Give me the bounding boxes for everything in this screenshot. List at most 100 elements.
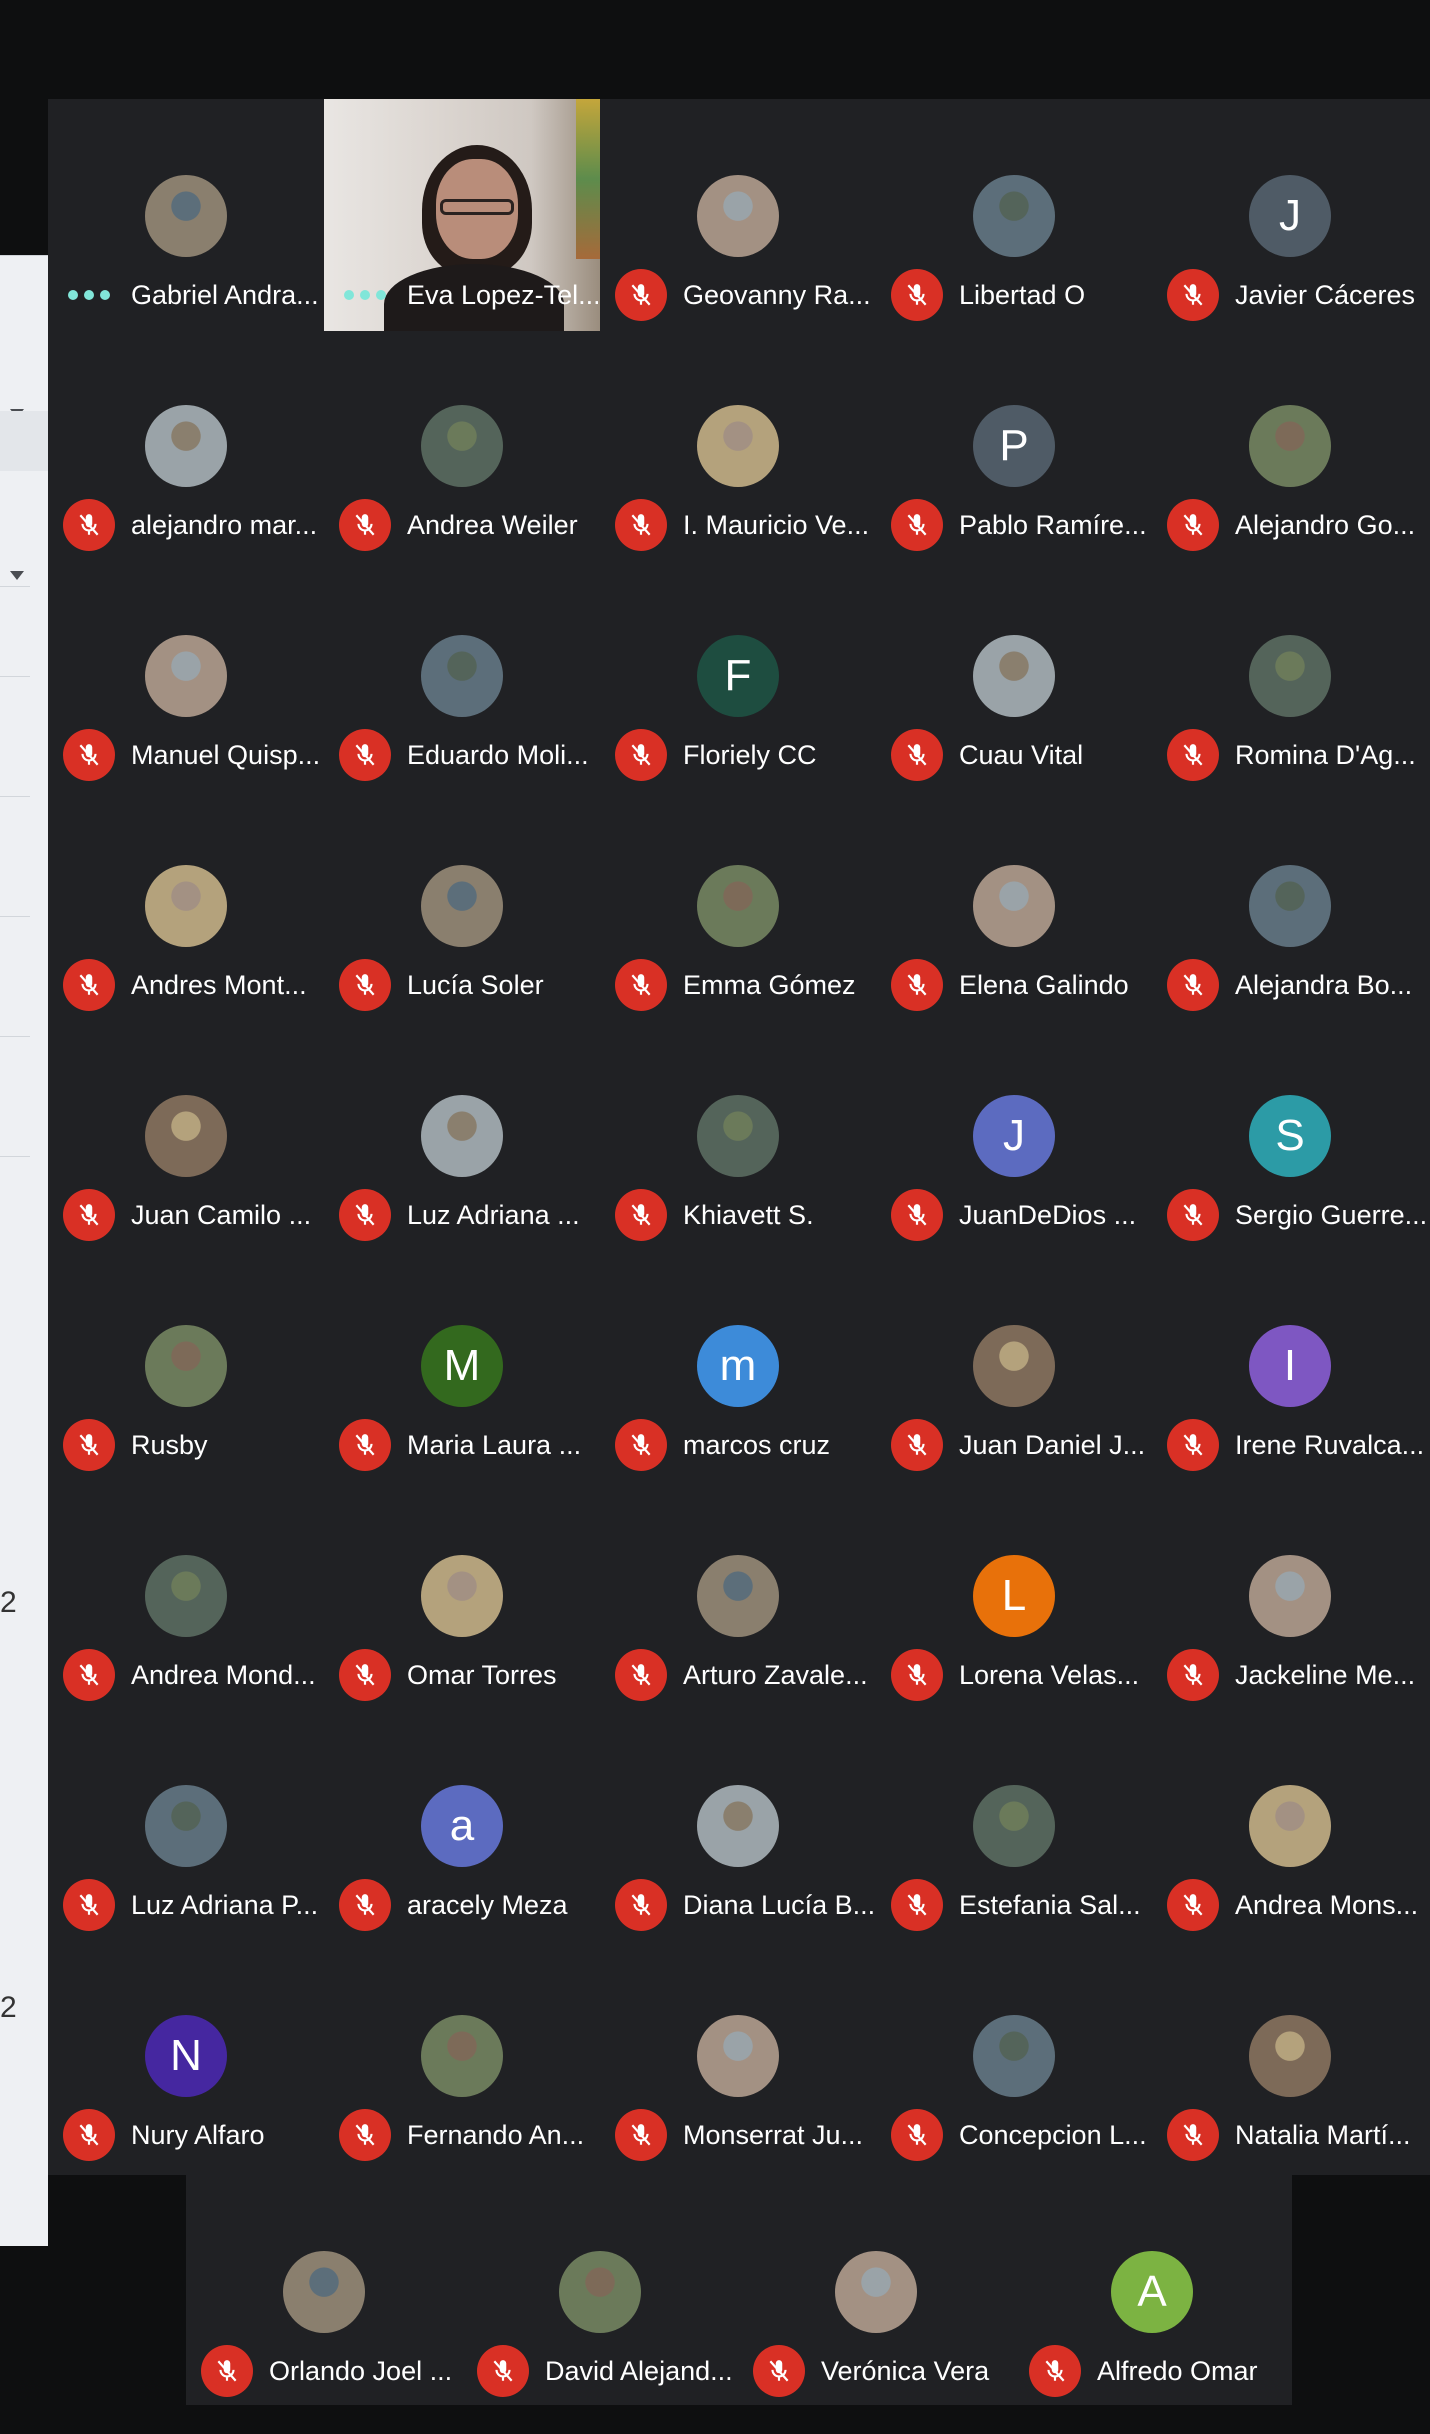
mic-off-icon xyxy=(891,2109,943,2161)
participant-tile[interactable]: Andrea Mons... xyxy=(1152,1709,1428,1939)
participant-tile[interactable]: Rusby xyxy=(48,1249,324,1479)
participant-tile[interactable]: Andres Mont... xyxy=(48,789,324,1019)
row-divider xyxy=(0,586,30,587)
participant-tile[interactable]: Monserrat Ju... xyxy=(600,1939,876,2169)
avatar xyxy=(835,2251,917,2333)
mic-off-icon xyxy=(615,1419,667,1471)
avatar xyxy=(1249,1555,1331,1637)
participant-tile[interactable]: M Maria Laura ... xyxy=(324,1249,600,1479)
mic-off-icon xyxy=(1167,499,1219,551)
avatar-initial: F xyxy=(724,651,752,700)
mic-off-icon xyxy=(891,959,943,1011)
participant-tile[interactable]: alejandro mar... xyxy=(48,329,324,559)
more-options-icon[interactable] xyxy=(68,285,110,305)
participant-tile[interactable]: J JuanDeDios ... xyxy=(876,1019,1152,1249)
participant-tile[interactable]: Eduardo Moli... xyxy=(324,559,600,789)
participant-tile[interactable]: A Alfredo Omar xyxy=(1014,2175,1290,2405)
participant-tile[interactable]: Jackeline Me... xyxy=(1152,1479,1428,1709)
more-options-icon[interactable] xyxy=(344,285,386,305)
participant-tile[interactable]: Cuau Vital xyxy=(876,559,1152,789)
participant-tile[interactable]: L Lorena Velas... xyxy=(876,1479,1152,1709)
participant-name: aracely Meza xyxy=(407,1890,568,1920)
avatar xyxy=(697,175,779,257)
participant-tile[interactable]: Verónica Vera xyxy=(738,2175,1014,2405)
participant-tile[interactable]: P Pablo Ramíre... xyxy=(876,329,1152,559)
participant-name: Alejandro Go... xyxy=(1235,510,1416,540)
participant-tile[interactable]: Andrea Weiler xyxy=(324,329,600,559)
participant-tile[interactable]: Eva Lopez-Tel... xyxy=(324,99,600,331)
mic-off-icon xyxy=(63,1879,115,1931)
participant-tile[interactable]: Natalia Martí... xyxy=(1152,1939,1428,2169)
participant-name: Andres Mont... xyxy=(131,970,307,1000)
participant-tile[interactable]: Diana Lucía B... xyxy=(600,1709,876,1939)
participant-tile[interactable]: N Nury Alfaro xyxy=(48,1939,324,2169)
participant-tile[interactable]: S Sergio Guerre... xyxy=(1152,1019,1428,1249)
participant-tile[interactable]: Andrea Mond... xyxy=(48,1479,324,1709)
mic-off-icon xyxy=(63,729,115,781)
participant-tile[interactable]: I. Mauricio Ve... xyxy=(600,329,876,559)
participant-tile[interactable]: Geovanny Ra... xyxy=(600,99,876,329)
participant-name: Lorena Velas... xyxy=(959,1660,1140,1690)
mic-off-icon xyxy=(63,959,115,1011)
participant-tile[interactable]: Juan Camilo ... xyxy=(48,1019,324,1249)
participant-tile[interactable]: Omar Torres xyxy=(324,1479,600,1709)
participant-tile[interactable]: Emma Gómez xyxy=(600,789,876,1019)
participant-tile[interactable]: Concepcion L... xyxy=(876,1939,1152,2169)
participant-tile[interactable]: J Javier Cáceres xyxy=(1152,99,1428,329)
avatar xyxy=(421,635,503,717)
dropdown-arrow-icon[interactable] xyxy=(10,571,24,580)
avatar xyxy=(145,1095,227,1177)
participant-name: Manuel Quisp... xyxy=(131,740,321,770)
participant-name: Alejandra Bo... xyxy=(1235,970,1413,1000)
participant-name: Alfredo Omar xyxy=(1097,2356,1258,2386)
mic-off-icon xyxy=(891,1879,943,1931)
avatar-initial: a xyxy=(449,1801,475,1850)
participant-tile[interactable]: F Floriely CC xyxy=(600,559,876,789)
participant-tile[interactable]: Alejandra Bo... xyxy=(1152,789,1428,1019)
participant-name: Monserrat Ju... xyxy=(683,2120,864,2150)
participant-tile[interactable]: Luz Adriana P... xyxy=(48,1709,324,1939)
participant-tile[interactable]: David Alejand... xyxy=(462,2175,738,2405)
cell-value: 2 xyxy=(0,1991,17,2024)
participant-name: Elena Galindo xyxy=(959,970,1129,1000)
mic-off-icon xyxy=(339,959,391,1011)
participant-tile[interactable]: Libertad O xyxy=(876,99,1152,329)
participant-name: Concepcion L... xyxy=(959,2120,1147,2150)
participant-tile[interactable]: Fernando An... xyxy=(324,1939,600,2169)
mic-off-icon xyxy=(63,1189,115,1241)
participant-tile[interactable]: Arturo Zavale... xyxy=(600,1479,876,1709)
participant-tile[interactable]: Estefania Sal... xyxy=(876,1709,1152,1939)
avatar xyxy=(145,1785,227,1867)
avatar xyxy=(145,1325,227,1407)
avatar xyxy=(1249,405,1331,487)
participant-tile[interactable]: Romina D'Ag... xyxy=(1152,559,1428,789)
participant-tile[interactable]: Alejandro Go... xyxy=(1152,329,1428,559)
row-divider xyxy=(0,676,30,677)
participant-name: David Alejand... xyxy=(545,2356,733,2386)
participant-tile[interactable]: Juan Daniel J... xyxy=(876,1249,1152,1479)
mic-off-icon xyxy=(615,499,667,551)
participant-name: Orlando Joel ... xyxy=(269,2356,453,2386)
participant-tile[interactable]: Elena Galindo xyxy=(876,789,1152,1019)
avatar xyxy=(1249,865,1331,947)
mic-off-icon xyxy=(891,1419,943,1471)
participant-tile[interactable]: Manuel Quisp... xyxy=(48,559,324,789)
mic-off-icon xyxy=(339,1879,391,1931)
participant-tile[interactable]: m marcos cruz xyxy=(600,1249,876,1479)
participant-name: I. Mauricio Ve... xyxy=(683,510,870,540)
participant-name: Javier Cáceres xyxy=(1235,280,1416,310)
participant-tile[interactable]: a aracely Meza xyxy=(324,1709,600,1939)
participant-tile[interactable]: Gabriel Andra... xyxy=(48,99,324,329)
participant-tile[interactable]: I Irene Ruvalca... xyxy=(1152,1249,1428,1479)
participant-tile[interactable]: Lucía Soler xyxy=(324,789,600,1019)
avatar xyxy=(973,865,1055,947)
mic-off-icon xyxy=(891,269,943,321)
participant-tile[interactable]: Luz Adriana ... xyxy=(324,1019,600,1249)
avatar xyxy=(697,1555,779,1637)
participant-tile[interactable]: Khiavett S. xyxy=(600,1019,876,1249)
avatar xyxy=(283,2251,365,2333)
participant-tile[interactable]: Orlando Joel ... xyxy=(186,2175,462,2405)
selected-cell xyxy=(0,411,48,471)
participant-name: Luz Adriana ... xyxy=(407,1200,580,1230)
participant-name: JuanDeDios ... xyxy=(959,1200,1137,1230)
